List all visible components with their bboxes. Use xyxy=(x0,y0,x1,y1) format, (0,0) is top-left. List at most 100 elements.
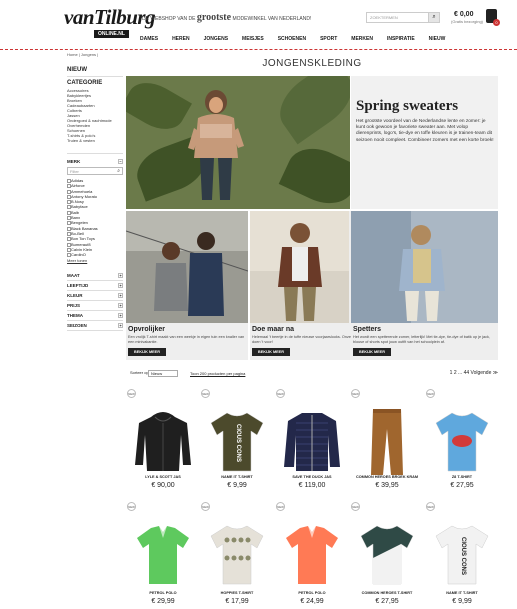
product-name[interactable]: COMMON HEROES BROEK KRAM xyxy=(350,475,424,479)
product-image[interactable] xyxy=(205,518,269,590)
new-badge: NEW xyxy=(276,502,285,511)
search-icon[interactable]: ⌕ xyxy=(428,12,440,23)
nav-item-dames[interactable]: DAMES xyxy=(140,36,158,42)
product-image[interactable] xyxy=(355,405,419,477)
expand-icon[interactable]: + xyxy=(118,273,123,279)
cart-total[interactable]: € 0,00 xyxy=(454,11,473,18)
product-name[interactable]: LYLE & SCOTT JAS xyxy=(126,475,200,479)
product-name[interactable]: HOPPIES T-SHIRT xyxy=(200,591,274,595)
product-card[interactable]: NEW HOPPIES T-SHIRT € 17,99 xyxy=(200,502,274,609)
product-price: € 29,99 xyxy=(151,598,175,605)
expand-icon[interactable]: + xyxy=(118,303,123,309)
plant-leaf xyxy=(278,138,350,209)
product-card[interactable]: NEW SAVE THE DUCK JAS € 119,00 xyxy=(275,389,349,499)
filter-maat[interactable]: MAAT + xyxy=(67,271,123,282)
expand-icon[interactable]: + xyxy=(118,293,123,299)
product-card[interactable]: NEW LYLE & SCOTT JAS € 90,00 xyxy=(126,389,200,499)
boy-figure xyxy=(188,90,244,200)
product-image[interactable] xyxy=(430,405,494,477)
nav-item-meisjes[interactable]: MEISJES xyxy=(242,36,264,42)
product-name[interactable]: SAVE THE DUCK JAS xyxy=(275,475,349,479)
nav-item-heren[interactable]: HEREN xyxy=(172,36,190,42)
product-name[interactable]: Z8 T-SHIRT xyxy=(425,475,499,479)
logo-subtitle: ONLINE.NL xyxy=(94,30,129,38)
product-image[interactable]: CIOUS CONS xyxy=(430,518,494,590)
product-image[interactable] xyxy=(131,405,195,477)
expand-icon[interactable]: + xyxy=(118,323,123,329)
collapse-icon[interactable]: − xyxy=(118,159,123,164)
filter-leeftijd[interactable]: LEEFTIJD + xyxy=(67,281,123,292)
product-card[interactable]: NEW PETROL POLO € 24,99 xyxy=(275,502,349,609)
promo-photo-boy-denim xyxy=(351,211,498,323)
filter-label: THEMA xyxy=(67,313,83,319)
breadcrumb[interactable]: Home | Jongens | xyxy=(67,52,98,57)
product-image[interactable] xyxy=(280,518,344,590)
promo-card[interactable]: Opvrolijker Een vrolijk T-shirt maakt va… xyxy=(126,211,248,360)
product-price: € 90,00 xyxy=(151,482,175,489)
site-header: vanTilburg ONLINE.NL DE WEBSHOP VAN DE g… xyxy=(0,0,517,50)
product-image[interactable]: CIOUS CONS xyxy=(205,405,269,477)
sidebar-nieuw[interactable]: NIEUW xyxy=(67,67,123,73)
product-name[interactable]: COMMON HEROES T-SHIRT xyxy=(350,591,424,595)
product-card[interactable]: NEW CIOUS CONS NAME IT T-SHIRT € 9,99 xyxy=(200,389,274,499)
promo-text: Het wordt een spetterende zomer, letterl… xyxy=(353,335,490,344)
view-more-button[interactable]: BEKIJK MEER xyxy=(353,348,391,356)
pagination[interactable]: 1 2 ... 44 Volgende ≫ xyxy=(450,370,498,376)
filter-label: KLEUR xyxy=(67,293,83,299)
brand-filter-placeholder: Filter xyxy=(70,169,79,174)
filter-thema[interactable]: THEMA + xyxy=(67,311,123,322)
cart-subtitle: (Gratis bezorging) xyxy=(451,19,484,24)
filter-label: PRIJS xyxy=(67,303,81,309)
hero-image[interactable] xyxy=(126,76,350,209)
nav-item-jongens[interactable]: JONGENS xyxy=(204,36,228,42)
nav-item-inspiratie[interactable]: INSPIRATIE xyxy=(387,36,415,42)
brand-checkbox[interactable]: CardinO xyxy=(67,252,123,258)
hero-title: Spring sweaters xyxy=(356,98,459,114)
product-card[interactable]: NEW COMMON HEROES T-SHIRT € 27,95 xyxy=(350,502,424,609)
new-badge: NEW xyxy=(201,502,210,511)
tagline-big: grootste xyxy=(196,12,232,23)
nav-item-schoenen[interactable]: SCHOENEN xyxy=(278,36,306,42)
product-card[interactable]: NEW CIOUS CONS NAME IT T-SHIRT € 9,99 xyxy=(425,502,499,609)
filter-seizoen[interactable]: SEIZOEN + xyxy=(67,321,123,332)
view-more-button[interactable]: BEKIJK MEER xyxy=(128,348,166,356)
product-image[interactable] xyxy=(355,518,419,590)
brand-filter-input[interactable]: Filter ⌕ xyxy=(67,167,123,175)
product-name[interactable]: PETROL POLO xyxy=(275,591,349,595)
nav-item-merken[interactable]: MERKEN xyxy=(351,36,373,42)
filter-prijs[interactable]: PRIJS + xyxy=(67,301,123,312)
product-name[interactable]: NAME IT T-SHIRT xyxy=(425,591,499,595)
search-icon[interactable]: ⌕ xyxy=(117,168,120,174)
product-name[interactable]: PETROL POLO xyxy=(126,591,200,595)
product-price: € 27,95 xyxy=(450,482,474,489)
product-image[interactable] xyxy=(131,518,195,590)
filter-list: MAAT + LEEFTIJD + KLEUR + PRIJS + THEMA + SEIZOEN + xyxy=(67,271,123,332)
sort-select[interactable]: Nieuw xyxy=(148,370,178,377)
product-card[interactable]: NEW PETROL POLO € 29,99 xyxy=(126,502,200,609)
view-more-button[interactable]: BEKIJK MEER xyxy=(252,348,290,356)
cart-count-badge: 0 xyxy=(493,19,500,26)
expand-icon[interactable]: + xyxy=(118,313,123,319)
svg-text:CIOUS CONS: CIOUS CONS xyxy=(235,424,241,462)
nav-item-sport[interactable]: SPORT xyxy=(320,36,337,42)
show-per-page-link[interactable]: Toon 200 producten per pagina xyxy=(190,371,245,376)
product-price: € 9,99 xyxy=(452,598,472,605)
new-badge: NEW xyxy=(426,389,435,398)
expand-icon[interactable]: + xyxy=(118,283,123,289)
product-price: € 9,99 xyxy=(227,482,247,489)
product-card[interactable]: NEW Z8 T-SHIRT € 27,95 xyxy=(425,389,499,499)
product-card[interactable]: NEW COMMON HEROES BROEK KRAM € 39,95 xyxy=(350,389,424,499)
nav-item-nieuw[interactable]: NIEUW xyxy=(429,36,446,42)
filter-merk[interactable]: MERK − xyxy=(67,157,123,167)
product-name[interactable]: NAME IT T-SHIRT xyxy=(200,475,274,479)
product-price: € 17,99 xyxy=(225,598,249,605)
promo-card[interactable]: Spetters Het wordt een spetterende zomer… xyxy=(351,211,498,360)
plant-leaf xyxy=(268,76,350,145)
promo-title: Spetters xyxy=(353,326,382,333)
plant-leaf xyxy=(126,76,192,139)
category-link[interactable]: Truien & vesten xyxy=(67,138,123,143)
product-image[interactable] xyxy=(280,405,344,477)
filter-kleur[interactable]: KLEUR + xyxy=(67,291,123,302)
new-badge: NEW xyxy=(276,389,285,398)
hero-description: Het grootste voordeel van de Nederlandse… xyxy=(356,119,494,143)
